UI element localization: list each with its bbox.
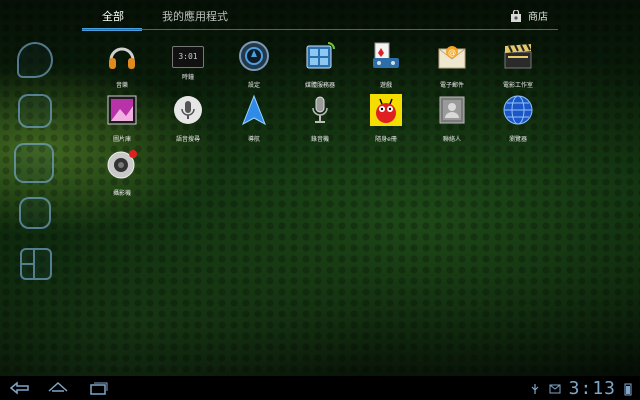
media-server-icon xyxy=(306,42,335,69)
svg-text:@: @ xyxy=(448,48,456,57)
app-voice-search[interactable]: 語音搜尋 xyxy=(156,94,220,146)
store-button[interactable]: 商店 xyxy=(510,8,548,23)
large-square-outline-icon[interactable] xyxy=(14,143,54,183)
app-media-server[interactable]: 媒體服務器 xyxy=(288,40,352,92)
clock-icon: 3:01 xyxy=(172,46,204,68)
tab-my-apps[interactable]: 我的應用程式 xyxy=(162,8,228,24)
app-label: 媒體服務器 xyxy=(304,82,335,89)
back-icon[interactable] xyxy=(8,379,32,397)
app-label: 音樂 xyxy=(115,82,128,89)
split-panel-outline-icon[interactable] xyxy=(20,248,52,280)
headphones-icon xyxy=(109,47,135,69)
app-label: 設定 xyxy=(247,82,260,89)
app-label: 攝影機 xyxy=(112,190,131,197)
app-grid: 音樂 3:01 時鐘 設定 媒體服務器 遊戲 @ 電子郵件 電影工作室 圖片庫 … xyxy=(90,40,560,200)
app-navigation[interactable]: 導航 xyxy=(222,94,286,146)
camera-icon xyxy=(107,150,137,179)
status-clock: 3:13 xyxy=(568,378,616,399)
app-label: 隨身e冊 xyxy=(375,136,397,143)
small-square-outline-icon[interactable] xyxy=(19,197,51,229)
app-music[interactable]: 音樂 xyxy=(90,40,154,92)
usb-icon xyxy=(531,383,539,394)
status-area[interactable]: 3:13 xyxy=(529,378,632,399)
tab-all[interactable]: 全部 xyxy=(102,8,124,24)
ebook-ant-icon xyxy=(370,94,402,126)
app-clock[interactable]: 3:01 時鐘 xyxy=(156,40,220,92)
app-label: 電子郵件 xyxy=(439,82,464,89)
app-email[interactable]: @ 電子郵件 xyxy=(420,40,484,92)
recent-apps-icon[interactable] xyxy=(86,379,110,397)
mail-notification-icon xyxy=(549,384,561,393)
app-label: 圖片庫 xyxy=(112,136,131,143)
clapperboard-icon xyxy=(504,43,532,69)
chat-bubble-outline-icon[interactable] xyxy=(17,42,53,78)
settings-icon xyxy=(239,41,269,71)
app-browser[interactable]: 瀏覽器 xyxy=(486,94,550,146)
app-ebook[interactable]: 隨身e冊 xyxy=(354,94,418,146)
globe-icon xyxy=(503,95,533,125)
app-label: 導航 xyxy=(247,136,260,143)
square-outline-icon[interactable] xyxy=(18,94,52,128)
app-drawer-tabs: 全部 我的應用程式 商店 xyxy=(82,0,558,32)
app-movie-studio[interactable]: 電影工作室 xyxy=(486,40,550,92)
gallery-icon xyxy=(107,95,137,125)
email-icon: @ xyxy=(438,46,466,69)
games-icon xyxy=(373,42,399,68)
homescreen-preview-dock xyxy=(14,40,58,290)
app-label: 錄音機 xyxy=(310,136,329,143)
home-icon[interactable] xyxy=(46,379,70,397)
contacts-icon xyxy=(439,96,465,124)
system-bar: 3:13 xyxy=(0,376,640,400)
app-label: 電影工作室 xyxy=(502,82,533,89)
navigation-arrow-icon xyxy=(242,94,266,126)
app-label: 語音搜尋 xyxy=(175,136,200,143)
battery-icon xyxy=(624,383,632,395)
app-label: 聯絡人 xyxy=(442,136,461,143)
microphone-search-icon xyxy=(174,96,202,124)
app-label: 瀏覽器 xyxy=(508,136,527,143)
shopping-bag-icon xyxy=(511,9,521,22)
app-games[interactable]: 遊戲 xyxy=(354,40,418,92)
app-camera[interactable]: 攝影機 xyxy=(90,148,154,200)
tab-divider-line xyxy=(82,29,558,30)
app-contacts[interactable]: 聯絡人 xyxy=(420,94,484,146)
app-gallery[interactable]: 圖片庫 xyxy=(90,94,154,146)
app-recorder[interactable]: 錄音機 xyxy=(288,94,352,146)
recorder-microphone-icon xyxy=(312,96,328,123)
app-label: 遊戲 xyxy=(379,82,392,89)
app-settings[interactable]: 設定 xyxy=(222,40,286,92)
store-label: 商店 xyxy=(528,12,548,23)
app-label: 時鐘 xyxy=(181,74,194,81)
